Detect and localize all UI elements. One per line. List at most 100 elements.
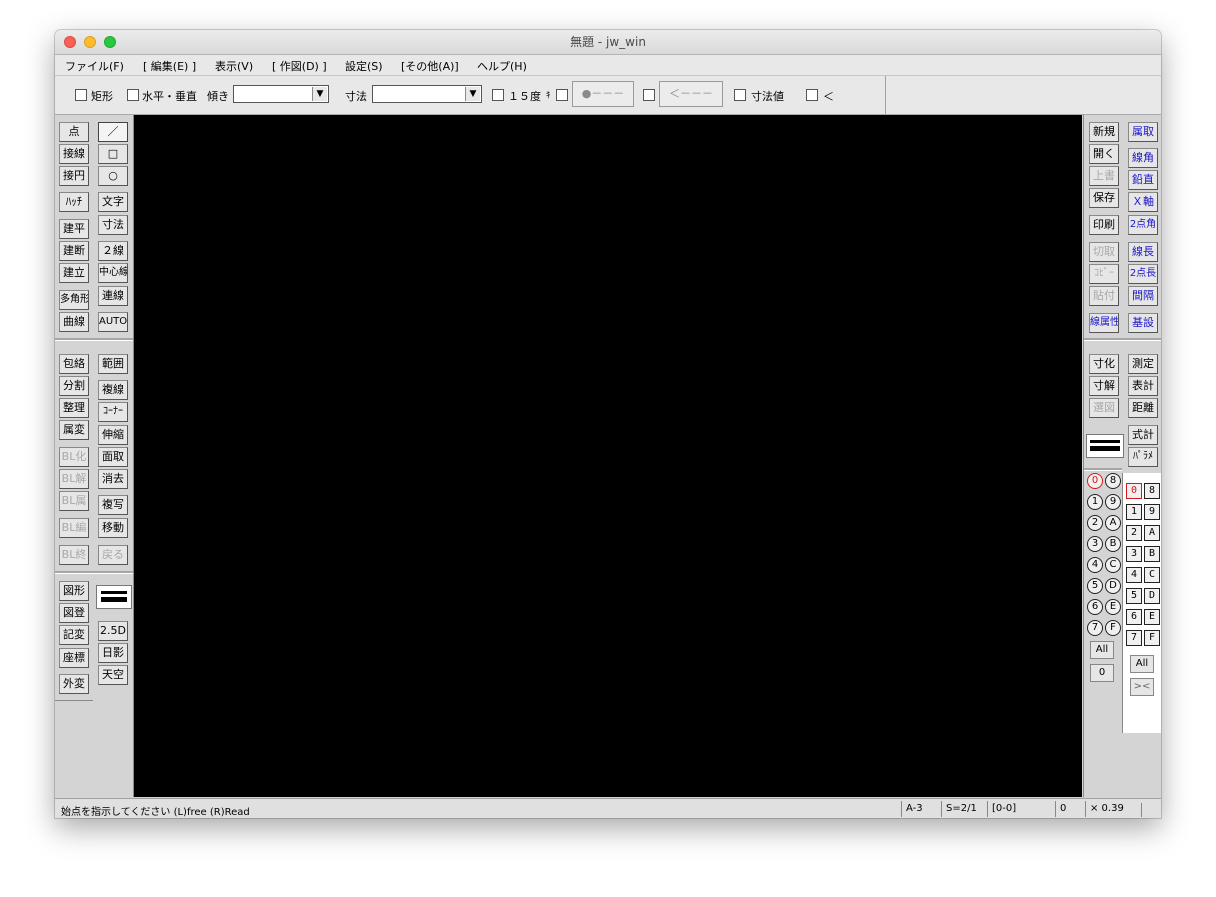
layer-all-button[interactable]: All — [1130, 655, 1154, 673]
tool-section[interactable]: 建断 — [59, 241, 89, 261]
tool-chamfer[interactable]: 面取 — [98, 447, 128, 467]
line-angle[interactable]: 線角 — [1128, 148, 1158, 168]
tool-elevation[interactable]: 建立 — [59, 263, 89, 283]
layer-c[interactable]: C — [1144, 567, 1160, 583]
layer-7[interactable]: 7 — [1126, 630, 1142, 646]
line-style-indicator[interactable] — [97, 586, 131, 608]
layer-1[interactable]: 1 — [1126, 504, 1142, 520]
edit-cut[interactable]: 切取 — [1089, 242, 1119, 262]
base-setting[interactable]: 基設 — [1128, 313, 1158, 333]
tool-tangent-line[interactable]: 接線 — [59, 144, 89, 164]
layer-f[interactable]: F — [1144, 630, 1160, 646]
tool-hatch[interactable]: ﾊｯﾁ — [59, 192, 89, 212]
rect-checkbox[interactable] — [75, 89, 87, 101]
layer-group-zero-button[interactable]: 0 — [1090, 664, 1114, 682]
tool-figure[interactable]: 図形 — [59, 581, 89, 601]
tool-erase[interactable]: 消去 — [98, 469, 128, 489]
layer-3[interactable]: 3 — [1126, 546, 1142, 562]
layer-a[interactable]: A — [1144, 525, 1160, 541]
tool-curve[interactable]: 曲線 — [59, 312, 89, 332]
tool-offset[interactable]: 複線 — [98, 380, 128, 400]
dot-checkbox[interactable] — [556, 89, 568, 101]
layer-group-6[interactable]: 6 — [1087, 599, 1103, 615]
line-length[interactable]: 線長 — [1128, 242, 1158, 262]
two-point-angle[interactable]: 2点角 — [1128, 215, 1158, 235]
x-axis[interactable]: Ｘ軸 — [1128, 192, 1158, 212]
layer-b[interactable]: B — [1144, 546, 1160, 562]
parameter[interactable]: ﾊﾟﾗﾒ — [1128, 447, 1158, 467]
layer-group-e[interactable]: E — [1105, 599, 1121, 615]
file-overwrite[interactable]: 上書 — [1089, 166, 1119, 186]
layer-group-4[interactable]: 4 — [1087, 557, 1103, 573]
vertical[interactable]: 鉛直 — [1128, 170, 1158, 190]
layer-swap-button[interactable]: >< — [1130, 678, 1154, 696]
layer-group-all-button[interactable]: All — [1090, 641, 1114, 659]
tool-bl-end[interactable]: BL終 — [59, 545, 89, 565]
tool-line[interactable]: ／ — [98, 122, 128, 142]
tilt-combo[interactable]: ▼ — [233, 85, 329, 103]
tool-envelope[interactable]: 包絡 — [59, 354, 89, 374]
layer-6[interactable]: 6 — [1126, 609, 1142, 625]
tool-range[interactable]: 範囲 — [98, 354, 128, 374]
tool-arrange[interactable]: 整理 — [59, 398, 89, 418]
interval[interactable]: 間隔 — [1128, 286, 1158, 306]
tool-bl-edit[interactable]: BL編 — [59, 518, 89, 538]
layer-group-3[interactable]: 3 — [1087, 536, 1103, 552]
tool-divide[interactable]: 分割 — [59, 376, 89, 396]
tool-bl-explode[interactable]: BL解 — [59, 469, 89, 489]
layer-d[interactable]: D — [1144, 588, 1160, 604]
file-print[interactable]: 印刷 — [1089, 215, 1119, 235]
tool-circle[interactable]: ○ — [98, 166, 128, 186]
layer-group-5[interactable]: 5 — [1087, 578, 1103, 594]
layer-9[interactable]: 9 — [1144, 504, 1160, 520]
zoom-level[interactable]: × 0.39 — [1085, 801, 1140, 817]
tool-figure-register[interactable]: 図登 — [59, 603, 89, 623]
close-window-button[interactable] — [64, 36, 76, 48]
layer-group-d[interactable]: D — [1105, 578, 1121, 594]
dimval-checkbox[interactable] — [734, 89, 746, 101]
current-layer[interactable]: [0-0] — [987, 801, 1058, 817]
tool-bl-attr[interactable]: BL属 — [59, 491, 89, 511]
tool-rectangle[interactable]: □ — [98, 144, 128, 164]
tool-external[interactable]: 外変 — [59, 674, 89, 694]
tool-bl-create[interactable]: BL化 — [59, 447, 89, 467]
layer-2[interactable]: 2 — [1126, 525, 1142, 541]
tool-double-line[interactable]: ２線 — [98, 241, 128, 261]
deg15-checkbox[interactable] — [492, 89, 504, 101]
edit-paste[interactable]: 貼付 — [1089, 286, 1119, 306]
arrow-line-button[interactable]: ＜－－－ — [659, 81, 723, 107]
angle[interactable]: 0 — [1055, 801, 1088, 817]
layer-group-c[interactable]: C — [1105, 557, 1121, 573]
layer-4[interactable]: 4 — [1126, 567, 1142, 583]
hv-checkbox[interactable] — [127, 89, 139, 101]
arrow-checkbox[interactable] — [643, 89, 655, 101]
tool-attr-change[interactable]: 属変 — [59, 420, 89, 440]
tool-coordinates[interactable]: 座標 — [59, 648, 89, 668]
menu-edit[interactable]: [ 編集(E) ] — [143, 58, 196, 74]
tool-sky[interactable]: 天空 — [98, 665, 128, 685]
dim-combo[interactable]: ▼ — [372, 85, 482, 103]
layer-e[interactable]: E — [1144, 609, 1160, 625]
tool-stretch[interactable]: 伸縮 — [98, 425, 128, 445]
tool-dimension[interactable]: 寸法 — [98, 215, 128, 235]
edit-copy[interactable]: ｺﾋﾟｰ — [1089, 264, 1119, 284]
tool-corner[interactable]: ｺｰﾅｰ — [98, 402, 128, 422]
tool-symbol-change[interactable]: 記変 — [59, 625, 89, 645]
tool-move[interactable]: 移動 — [98, 518, 128, 538]
menu-file[interactable]: ファイル(F) — [65, 58, 124, 74]
tool-auto[interactable]: AUTO — [98, 312, 128, 332]
menu-draw[interactable]: [ 作図(D) ] — [272, 58, 327, 74]
tool-text[interactable]: 文字 — [98, 192, 128, 212]
file-open[interactable]: 開く — [1089, 144, 1119, 164]
tool-plan[interactable]: 建平 — [59, 219, 89, 239]
minimize-window-button[interactable] — [84, 36, 96, 48]
dot-line-button[interactable]: ●－－－ — [572, 81, 634, 107]
dim-to-entity[interactable]: 寸化 — [1089, 354, 1119, 374]
tool-connect-line[interactable]: 連線 — [98, 286, 128, 306]
layer-group-f[interactable]: F — [1105, 620, 1121, 636]
layer-group-7[interactable]: 7 — [1087, 620, 1103, 636]
tool-polygon[interactable]: 多角形 — [59, 290, 89, 310]
menu-help[interactable]: ヘルプ(H) — [477, 58, 527, 74]
layer-group-0[interactable]: 0 — [1087, 473, 1103, 489]
layer-group-2[interactable]: 2 — [1087, 515, 1103, 531]
